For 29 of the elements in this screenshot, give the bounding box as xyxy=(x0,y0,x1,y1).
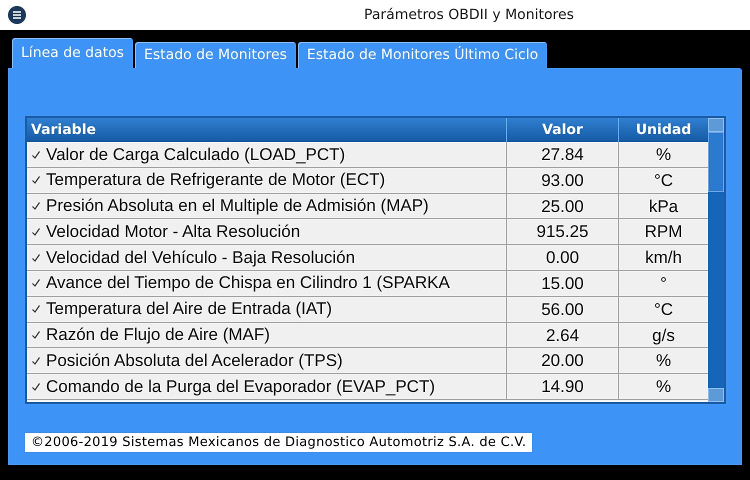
table-cell: 56.00 xyxy=(506,296,618,322)
table-cell: 2.64 xyxy=(506,322,618,348)
table-cell: Temperatura del Aire de Entrada (IAT) xyxy=(46,299,332,320)
table-cell: 25.00 xyxy=(506,194,618,219)
table-cell: Comando de la Purga del Evaporador (EVAP_PCT) xyxy=(46,376,435,397)
copyright-text: ©2006-2019 Sistemas Mexicanos de Diagnostico Automotriz S.A. de C.V. xyxy=(25,433,532,452)
table-cell: 14.90 xyxy=(506,374,618,400)
table-cell: Posición Absoluta del Acelerador (TPS) xyxy=(46,350,343,371)
table-cell: Valor de Carga Calculado (LOAD_PCT) xyxy=(46,144,346,164)
column-header[interactable]: Variable xyxy=(27,118,506,142)
table-cell: Avance del Tiempo de Chispa en Cilindro 1 (SPARKA xyxy=(46,273,450,294)
table-cell: Razón de Flujo de Aire (MAF) xyxy=(46,325,270,346)
table-cell: 915.25 xyxy=(506,219,618,244)
tab[interactable]: Estado de Monitores Último Ciclo xyxy=(298,42,548,68)
window-title: Parámetros OBDII y Monitores xyxy=(364,7,574,23)
table-cell: 0.00 xyxy=(506,245,618,270)
tab[interactable]: Línea de datos xyxy=(12,38,133,68)
table-cell: 27.84 xyxy=(506,142,618,167)
table-cell: Velocidad del Vehículo - Baja Resolución xyxy=(46,248,356,268)
table-cell: Velocidad Motor - Alta Resolución xyxy=(46,222,300,242)
scrollbar[interactable] xyxy=(708,118,724,402)
table-cell: 20.00 xyxy=(506,348,618,374)
table-cell: 93.00 xyxy=(506,168,618,193)
table-cell: Presión Absoluta en el Multiple de Admisión (MAP) xyxy=(46,196,429,216)
tab[interactable]: Estado de Monitores xyxy=(134,42,296,68)
column-header[interactable]: Valor xyxy=(506,118,618,142)
app-logo-icon xyxy=(8,6,26,24)
table-cell: Temperatura de Refrigerante de Motor (ECT) xyxy=(46,170,386,190)
table-cell: 15.00 xyxy=(506,270,618,296)
